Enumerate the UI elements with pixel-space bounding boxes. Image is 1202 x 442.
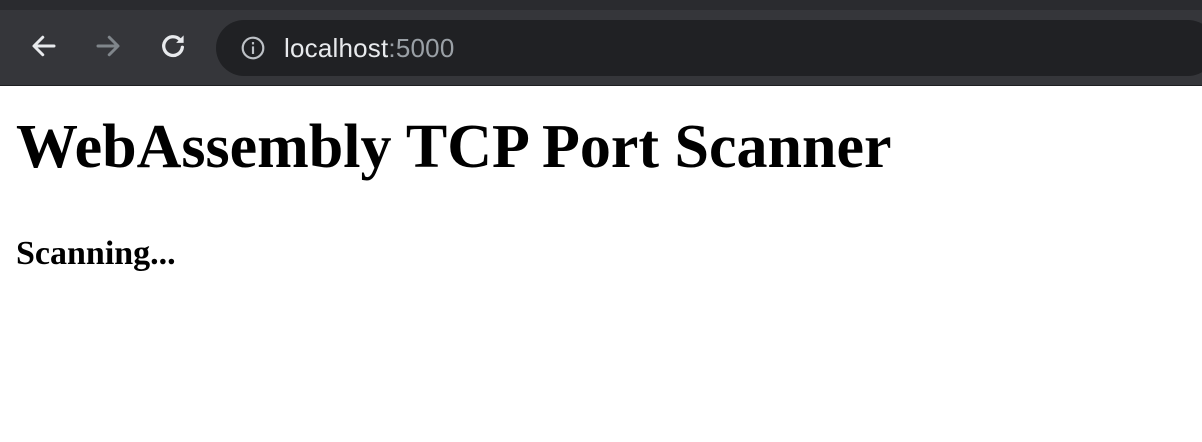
reload-button[interactable] (155, 28, 191, 64)
back-button[interactable] (26, 28, 62, 64)
forward-button[interactable] (90, 28, 126, 64)
browser-toolbar: localhost:5000 (0, 10, 1202, 86)
back-arrow-icon (29, 31, 59, 61)
url-port: :5000 (388, 32, 455, 63)
reload-icon (158, 31, 188, 61)
url-host: localhost (284, 32, 389, 63)
site-info-icon[interactable] (240, 35, 266, 61)
url-text: localhost:5000 (284, 33, 455, 64)
page-title: WebAssembly TCP Port Scanner (16, 113, 892, 181)
forward-arrow-icon (93, 31, 123, 61)
page-content: WebAssembly TCP Port Scanner Scanning... (0, 110, 1202, 275)
scan-status: Scanning... (16, 235, 176, 273)
tab-strip (0, 0, 1202, 10)
address-bar[interactable]: localhost:5000 (216, 20, 1202, 76)
